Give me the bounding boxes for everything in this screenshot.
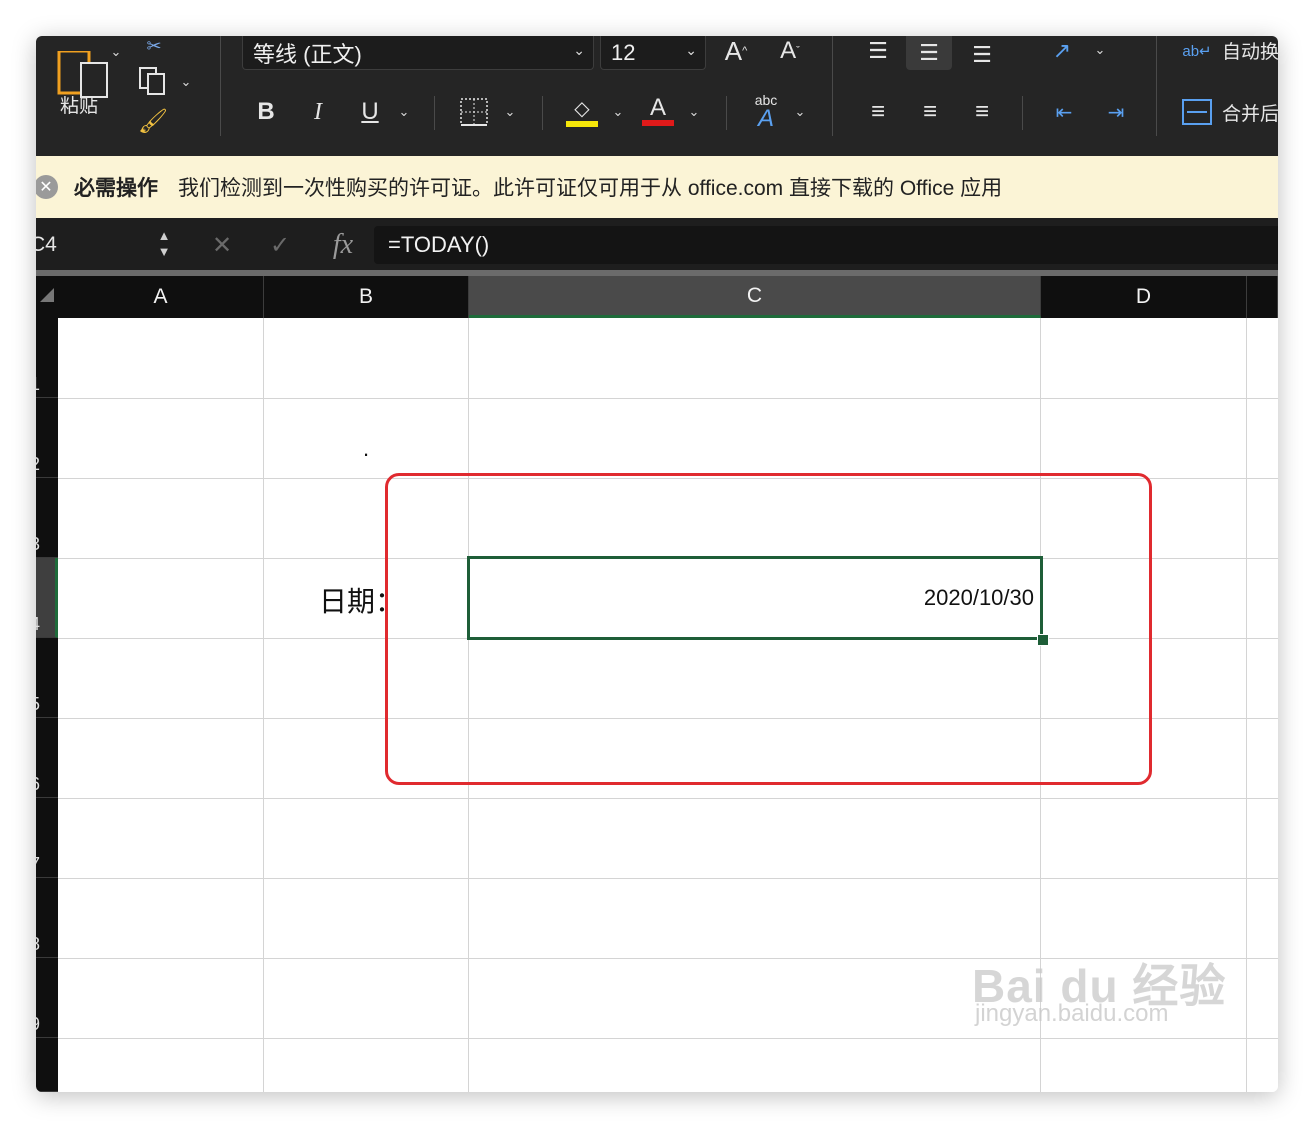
divider — [1022, 96, 1023, 130]
row-header[interactable]: 4 — [36, 558, 58, 638]
paste-chevron-icon[interactable]: ⌄ — [108, 42, 124, 62]
chevron-down-icon: ⌄ — [685, 42, 697, 58]
gridline — [58, 1038, 1278, 1039]
font-color-chevron-icon[interactable]: ⌄ — [686, 102, 702, 122]
font-color-icon[interactable]: A — [640, 92, 676, 130]
wrap-text-label[interactable]: 自动换 — [1222, 36, 1278, 64]
font-size-select[interactable]: 12 ⌄ — [600, 36, 706, 70]
row-header[interactable]: 6 — [36, 718, 58, 798]
row-header[interactable]: 7 — [36, 798, 58, 878]
align-middle-icon[interactable]: ☰ — [906, 36, 952, 70]
gridline — [58, 798, 1278, 799]
paste-label[interactable]: 粘贴 — [52, 90, 106, 118]
borders-icon[interactable] — [456, 94, 492, 130]
merge-center-label[interactable]: 合并后 — [1222, 98, 1278, 126]
increase-indent-icon[interactable]: ⇥ — [1096, 94, 1136, 130]
name-box-value: C4 — [36, 233, 57, 256]
gridline — [1246, 318, 1247, 1092]
align-bottom-icon[interactable]: ☰ — [962, 40, 1002, 70]
wrap-text-icon[interactable]: ab↵ — [1180, 36, 1214, 66]
gridline — [58, 398, 1278, 399]
fill-color-icon[interactable]: ◇ — [564, 92, 600, 130]
ribbon: ⌄ 粘贴 ✂ ⌄ 🖌 等线 (正文) ⌄ 12 ⌄ A^ Aˇ B I U ⌄ — [36, 36, 1278, 156]
orientation-chevron-icon[interactable]: ⌄ — [1092, 40, 1108, 60]
borders-chevron-icon[interactable]: ⌄ — [502, 102, 518, 122]
divider — [832, 36, 833, 136]
notification-message: 我们检测到一次性购买的许可证。此许可证仅可用于从 office.com 直接下载… — [178, 177, 1003, 200]
formula-input[interactable]: =TODAY() — [374, 226, 1278, 264]
row-header[interactable]: 2 — [36, 398, 58, 478]
phonetic-chevron-icon[interactable]: ⌄ — [792, 102, 808, 122]
fill-color-chevron-icon[interactable]: ⌄ — [610, 102, 626, 122]
row-header[interactable]: 1 — [36, 318, 58, 398]
decrease-font-button[interactable]: Aˇ — [770, 36, 810, 66]
copy-icon[interactable] — [136, 66, 170, 96]
notification-title: 必需操作 — [74, 177, 158, 200]
row-header[interactable]: 3 — [36, 478, 58, 558]
copy-chevron-icon[interactable]: ⌄ — [178, 72, 194, 92]
decrease-indent-icon[interactable]: ⇤ — [1044, 94, 1084, 130]
phonetic-icon[interactable]: abc A — [744, 92, 788, 132]
formula-bar: C4 ▲ ▼ ✕ ✓ fx =TODAY() — [36, 218, 1278, 270]
merge-center-icon[interactable] — [1180, 94, 1214, 130]
divider — [434, 96, 435, 130]
cancel-formula-icon[interactable]: ✕ — [204, 228, 240, 262]
font-name-value: 等线 (正文) — [253, 41, 362, 67]
underline-chevron-icon[interactable]: ⌄ — [396, 102, 412, 122]
underline-button[interactable]: U — [352, 94, 388, 130]
paint-bucket-icon: ◇ — [574, 97, 590, 120]
column-header-d[interactable]: D — [1041, 276, 1247, 318]
increase-font-label: A — [724, 36, 743, 66]
enter-formula-icon[interactable]: ✓ — [262, 228, 298, 262]
gridline — [263, 318, 264, 1092]
font-name-select[interactable]: 等线 (正文) ⌄ — [242, 36, 594, 70]
row-header[interactable]: 8 — [36, 878, 58, 958]
align-top-icon[interactable]: ☰ — [858, 36, 898, 66]
align-center-icon[interactable]: ≡ — [910, 94, 950, 130]
red-highlight-box — [385, 473, 1152, 785]
decrease-font-label: A — [780, 37, 797, 64]
align-right-icon[interactable]: ≡ — [962, 94, 1002, 130]
cell-b2[interactable]: . — [363, 436, 369, 462]
insert-function-icon[interactable]: fx — [320, 226, 366, 264]
license-notification-bar: ✕ 必需操作 我们检测到一次性购买的许可证。此许可证仅可用于从 office.c… — [36, 156, 1278, 219]
column-header-e[interactable] — [1247, 276, 1278, 318]
format-painter-icon[interactable]: 🖌 — [136, 104, 170, 138]
excel-window: ⌄ 粘贴 ✂ ⌄ 🖌 等线 (正文) ⌄ 12 ⌄ A^ Aˇ B I U ⌄ — [36, 36, 1278, 1092]
bold-button[interactable]: B — [248, 94, 284, 130]
row-header[interactable]: 9 — [36, 958, 58, 1038]
divider — [1156, 36, 1157, 136]
cut-icon[interactable]: ✂ — [140, 36, 168, 56]
column-header-a[interactable]: A — [58, 276, 264, 318]
row-header[interactable]: 5 — [36, 638, 58, 718]
column-header-b[interactable]: B — [264, 276, 469, 318]
column-header-c[interactable]: C — [469, 276, 1041, 318]
gridline — [58, 878, 1278, 879]
chevron-down-icon: ⌄ — [573, 42, 585, 58]
divider — [220, 36, 221, 136]
watermark-url: jingyan.baidu.com — [975, 1000, 1169, 1027]
align-left-icon[interactable]: ≡ — [858, 94, 898, 130]
font-color-letter: A — [649, 94, 666, 121]
font-size-value: 12 — [611, 39, 636, 65]
row-header[interactable] — [36, 1038, 58, 1092]
divider — [726, 96, 727, 130]
formula-value: =TODAY() — [388, 232, 490, 257]
divider — [542, 96, 543, 130]
italic-button[interactable]: I — [300, 94, 336, 130]
increase-font-button[interactable]: A ^ — [716, 36, 756, 66]
select-all-button[interactable] — [36, 276, 58, 318]
name-box-stepper-icon[interactable]: ▲ ▼ — [154, 224, 174, 264]
orientation-icon[interactable]: ↗ — [1042, 36, 1082, 66]
error-close-icon[interactable]: ✕ — [36, 175, 58, 199]
